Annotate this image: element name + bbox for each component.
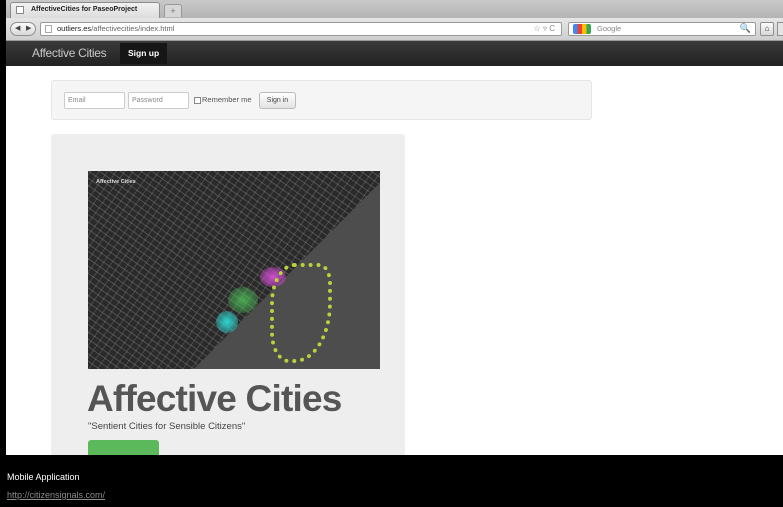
page-icon xyxy=(16,6,24,14)
email-field[interactable]: Email xyxy=(64,92,125,109)
map-sea xyxy=(88,171,380,369)
nav-buttons: ◀ ▶ xyxy=(10,22,36,36)
toolbar-extra-button[interactable] xyxy=(777,22,783,36)
hero-subtitle: "Sentient Cities for Sensible Citizens" xyxy=(88,421,246,432)
emotion-cluster-cyan xyxy=(216,311,238,333)
site-navbar: Affective Cities Sign up xyxy=(6,41,783,66)
search-box[interactable]: Google 🔍 xyxy=(568,22,756,36)
caption-link[interactable]: http://citizensignals.com/ xyxy=(7,490,105,500)
caption-title: Mobile Application xyxy=(7,472,80,482)
browser-toolbar: ◀ ▶ outliers.es/affectivecities/index.ht… xyxy=(6,18,783,41)
tab-title: AffectiveCities for PaseoProject xyxy=(31,6,138,13)
signin-button[interactable]: Sign in xyxy=(259,92,296,109)
search-placeholder: Google xyxy=(597,24,622,33)
address-bar[interactable]: outliers.es/affectivecities/index.html ☆… xyxy=(40,22,562,36)
hero-title: Affective Cities xyxy=(87,378,342,419)
map-label: Affective Cities xyxy=(96,179,136,185)
hero-unit: Affective Cities Affective Cities "Senti… xyxy=(51,134,405,455)
login-form: Email Password Remember me Sign in xyxy=(51,80,592,120)
browser-window: AffectiveCities for PaseoProject + ◀ ▶ o… xyxy=(6,0,783,455)
site-brand[interactable]: Affective Cities xyxy=(32,46,107,60)
signup-link[interactable]: Sign up xyxy=(120,43,168,64)
tab-strip: AffectiveCities for PaseoProject + xyxy=(6,0,783,18)
url-host: outliers.es xyxy=(57,24,92,33)
password-field[interactable]: Password xyxy=(128,92,189,109)
city-map-image: Affective Cities xyxy=(88,171,380,369)
remember-checkbox[interactable] xyxy=(194,97,201,104)
emotion-cluster-green xyxy=(228,287,258,313)
back-icon[interactable]: ◀ xyxy=(15,24,20,32)
new-tab-button[interactable]: + xyxy=(164,4,182,17)
browser-tab[interactable]: AffectiveCities for PaseoProject xyxy=(10,2,160,18)
remember-label: Remember me xyxy=(202,95,252,104)
page-icon xyxy=(45,25,52,33)
search-icon[interactable]: 🔍 xyxy=(740,22,751,34)
bookmark-star-icon[interactable]: ☆ ▿ C xyxy=(534,23,555,35)
google-icon[interactable] xyxy=(573,24,591,34)
url-path: /affectivecities/index.html xyxy=(91,24,175,33)
forward-icon[interactable]: ▶ xyxy=(26,24,31,32)
home-icon[interactable]: ⌂ xyxy=(760,22,774,36)
hero-action-button[interactable] xyxy=(88,440,159,455)
